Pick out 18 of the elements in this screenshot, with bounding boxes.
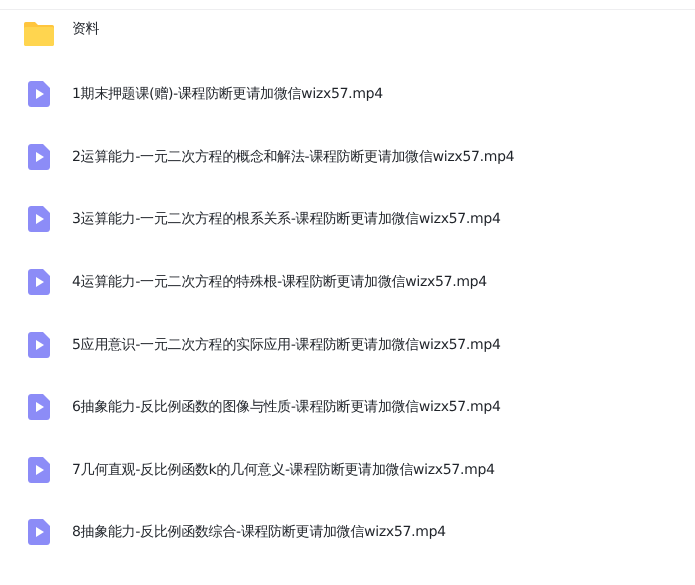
file-name[interactable]: 6抽象能力-反比例函数的图像与性质-课程防断更请加微信wizx57.mp4 [72,398,501,416]
file-name[interactable]: 3运算能力-一元二次方程的根系关系-课程防断更请加微信wizx57.mp4 [72,210,501,228]
file-name[interactable]: 2运算能力-一元二次方程的概念和解法-课程防断更请加微信wizx57.mp4 [72,148,514,166]
video-file-icon [28,144,50,170]
video-file-icon [28,81,50,108]
file-name[interactable]: 4运算能力-一元二次方程的特殊根-课程防断更请加微信wizx57.mp4 [72,273,487,292]
file-name[interactable]: 5应用意识-一元二次方程的实际应用-课程防断更请加微信wizx57.mp4 [72,336,501,354]
video-file-icon [28,206,50,232]
file-name[interactable]: 8抽象能力-反比例函数综合-课程防断更请加微信wizx57.mp4 [72,523,446,542]
video-file-icon [28,519,50,546]
video-file-icon [28,394,50,420]
video-file-icon [28,332,50,358]
folder-name[interactable]: 资料 [72,20,100,38]
video-file-icon [28,269,50,296]
file-name[interactable]: 7几何直观-反比例函数k的几何意义-课程防断更请加微信wizx57.mp4 [72,460,495,479]
folder-icon [24,20,54,46]
file-name[interactable]: 1期末押题课(赠)-课程防断更请加微信wizx57.mp4 [72,85,383,104]
video-file-icon [28,456,50,483]
